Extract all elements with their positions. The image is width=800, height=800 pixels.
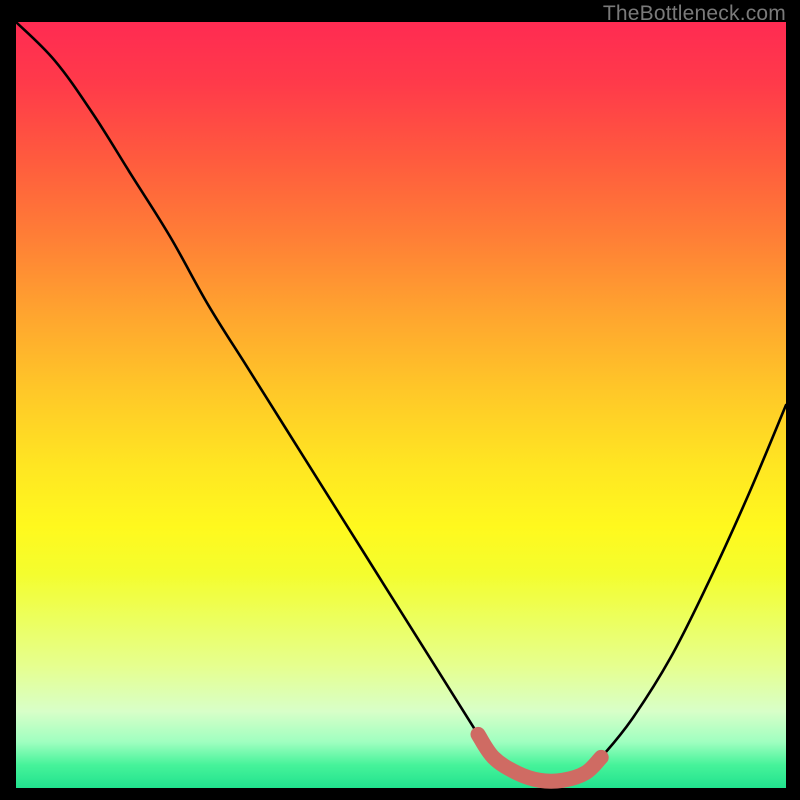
watermark-text: TheBottleneck.com <box>603 2 786 26</box>
plot-gradient-area <box>16 22 786 788</box>
bottleneck-chart: TheBottleneck.com <box>0 0 800 800</box>
